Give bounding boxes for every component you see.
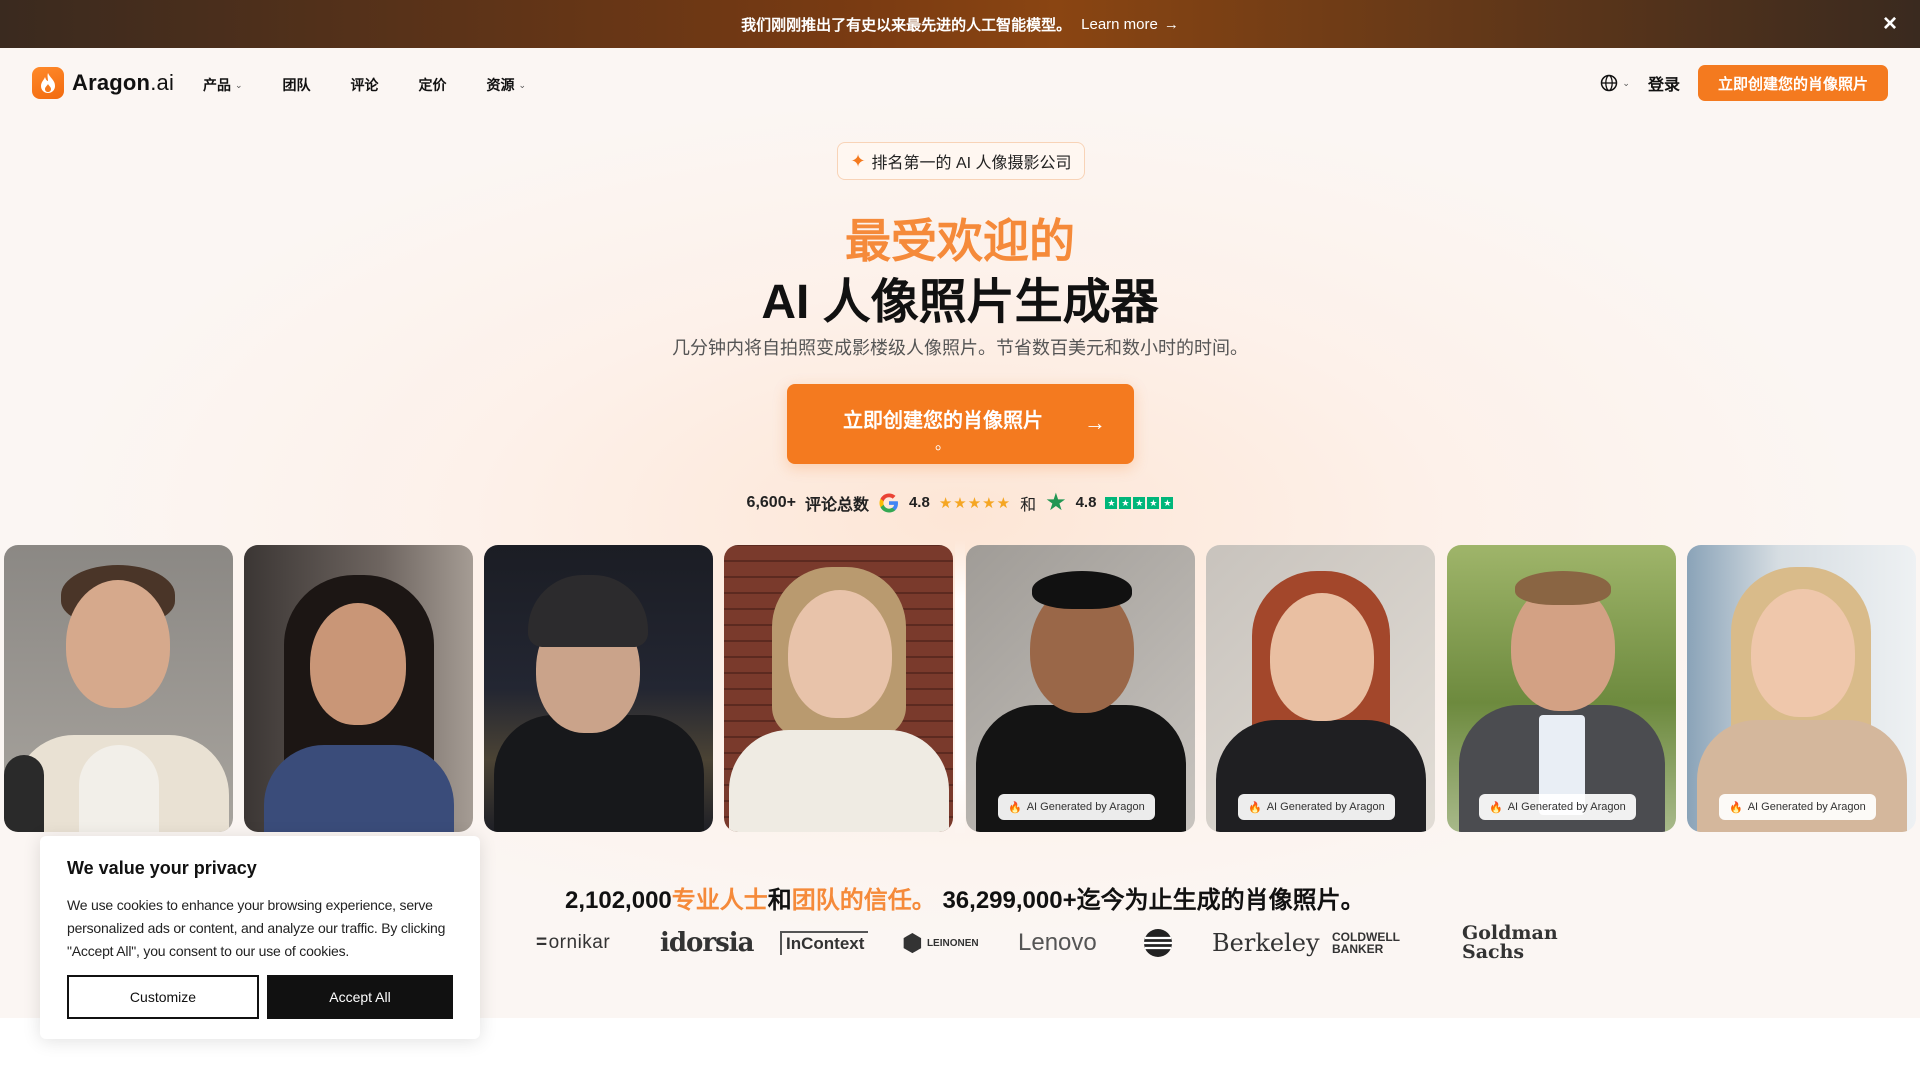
chevron-down-icon: ⌄ — [1622, 77, 1630, 88]
aragon-logo[interactable]: Aragon.ai — [32, 67, 174, 99]
review-count: 6,600+ — [746, 493, 796, 511]
reviews-and: 和 — [1020, 496, 1037, 514]
hero-subtitle: 几分钟内将自拍照变成影楼级人像照片。节省数百美元和数小时的时间。 — [672, 338, 1248, 358]
nav-create-headshot-button[interactable]: 立即创建您的肖像照片 — [1697, 65, 1888, 101]
ai-generated-tag: 🔥 AI Generated by Aragon — [1719, 794, 1876, 820]
chevron-down-icon: ⌄ — [518, 79, 527, 90]
idorsia-logo: idorsia — [660, 928, 754, 958]
goldman-sachs-logo: Goldman Sachs — [1462, 922, 1558, 963]
nav-item-resources[interactable]: 资源 ⌄ — [487, 75, 527, 95]
cookie-accept-all-button[interactable]: Accept All — [267, 975, 453, 1019]
leinonen-text: LEINONEN — [926, 937, 979, 949]
close-icon[interactable]: × — [1878, 12, 1902, 36]
generated-photo-2: 🔥 AI Generated by Aragon — [1206, 545, 1435, 832]
nav-item-reviews[interactable]: 评论 — [351, 75, 379, 95]
trustpilot-icon: ★ — [1045, 489, 1067, 516]
logo-brand: Aragon — [72, 70, 151, 95]
logo-suffix: .ai — [150, 70, 175, 95]
selfie-photo-1 — [4, 545, 233, 832]
flame-logo-icon — [32, 67, 64, 99]
arrow-right-icon: → — [1163, 15, 1179, 33]
hero-cta-dot: 。 — [935, 436, 952, 453]
learn-more-label: Learn more — [1081, 15, 1158, 33]
before-after-divider — [955, 540, 965, 836]
cookie-title: We value your privacy — [67, 858, 257, 878]
trust-team: 团队的信任。 — [791, 887, 936, 914]
flame-icon: 🔥 — [1729, 801, 1743, 814]
badge-text: 排名第一的 AI 人像摄影公司 — [871, 155, 1072, 172]
hero-create-headshot-button[interactable]: 立即创建您的肖像照片 。 → — [787, 384, 1134, 464]
att-logo — [1142, 922, 1174, 964]
logo-text: Aragon.ai — [72, 70, 174, 96]
berkeley-logo: Berkeley — [1212, 929, 1320, 957]
trust-photos: 迄今为止生成的肖像照片。 — [1076, 887, 1365, 914]
flame-icon: 🔥 — [1489, 801, 1503, 814]
nav-item-label: 评论 — [350, 77, 379, 93]
incontext-logo: InContext — [780, 931, 869, 955]
learn-more-link[interactable]: Learn more → — [1081, 16, 1179, 33]
reviews-summary: 6,600+ 评论总数 4.8 ★★★★★ 和 ★ 4.8 ★ ★ ★ ★ ★ — [0, 488, 1920, 517]
ai-generated-tag: 🔥 AI Generated by Aragon — [1238, 794, 1395, 820]
google-rating: 4.8 — [908, 494, 930, 511]
hero-title: AI 人像照片生成器 — [761, 276, 1159, 329]
hero-cta-label: 立即创建您的肖像照片 — [843, 410, 1043, 432]
ai-tag-label: AI Generated by Aragon — [1266, 801, 1385, 813]
nav-item-label: 定价 — [418, 77, 447, 93]
nav-right: ⌄ 登录 立即创建您的肖像照片 — [1600, 65, 1888, 101]
nav-item-label: 资源 — [486, 77, 515, 93]
cookie-body: We use cookies to enhance your browsing … — [67, 897, 446, 959]
selfie-photo-3 — [484, 545, 713, 832]
generated-photo-3: 🔥 AI Generated by Aragon — [1447, 545, 1676, 832]
nav-menu: 产品 ⌄ 团队 评论 定价 资源 ⌄ — [203, 75, 566, 95]
ai-tag-label: AI Generated by Aragon — [1507, 801, 1626, 813]
arrow-right-icon: → — [1084, 410, 1106, 435]
sparkle-icon: ✦ — [850, 150, 866, 171]
announcement-bar: 我们刚刚推出了有史以来最先进的人工智能模型。 Learn more → × — [0, 0, 1920, 48]
trustpilot-stars-icon: ★ ★ ★ ★ ★ — [1105, 496, 1174, 509]
announcement-text: 我们刚刚推出了有史以来最先进的人工智能模型。 — [741, 16, 1072, 34]
fornikar-logo: =fornikarornikar — [536, 932, 611, 953]
generated-photo-1: 🔥 AI Generated by Aragon — [966, 545, 1195, 832]
lenovo-logo: Lenovo — [1018, 929, 1097, 956]
trust-statement: 2,102,000专业人士和团队的信任。 36,299,000+迄今为止生成的肖… — [565, 880, 1365, 915]
flame-icon: 🔥 — [1008, 801, 1022, 814]
chevron-down-icon: ⌄ — [235, 79, 243, 90]
google-icon — [878, 492, 900, 514]
selfie-photo-4 — [724, 545, 953, 832]
globe-icon — [1601, 74, 1618, 92]
top-nav: Aragon.ai 产品 ⌄ 团队 评论 定价 资源 ⌄ ⌄ 登录 立即创建您的肖像… — [0, 48, 1920, 118]
review-label: 评论总数 — [804, 496, 869, 514]
users-count: 2,102,000 — [565, 887, 672, 914]
cookie-customize-button[interactable]: Customize — [67, 975, 259, 1019]
login-link[interactable]: 登录 — [1648, 71, 1680, 95]
nav-item-pricing[interactable]: 定价 — [419, 75, 447, 95]
nav-item-products[interactable]: 产品 ⌄ — [203, 75, 243, 95]
google-stars-icon: ★★★★★ — [938, 494, 1012, 512]
trust-and: 和 — [767, 887, 792, 914]
photos-count: 36,299,000+ — [942, 887, 1077, 914]
coldwell-banker-logo: COLDWELL BANKER — [1332, 930, 1400, 956]
nav-item-teams[interactable]: 团队 — [283, 75, 311, 95]
cookie-consent-banner: We value your privacy We use cookies to … — [40, 836, 480, 1039]
ai-generated-tag: 🔥 AI Generated by Aragon — [1479, 794, 1636, 820]
nav-item-label: 团队 — [282, 77, 311, 93]
leinonen-logo: ⬢ LEINONEN — [902, 929, 979, 957]
ai-tag-label: AI Generated by Aragon — [1026, 801, 1145, 813]
nav-item-label: 产品 — [203, 77, 231, 93]
flame-icon: 🔥 — [1248, 801, 1262, 814]
ranking-badge: ✦ 排名第一的 AI 人像摄影公司 — [837, 142, 1085, 180]
language-selector[interactable]: ⌄ — [1600, 74, 1630, 92]
customer-logos: =fornikarornikar idorsia InContext ⬢LEIN… — [470, 922, 1570, 964]
generated-photo-4: 🔥 AI Generated by Aragon — [1687, 545, 1916, 832]
ai-tag-label: AI Generated by Aragon — [1747, 801, 1866, 813]
ai-generated-tag: 🔥 AI Generated by Aragon — [998, 794, 1155, 820]
trustpilot-rating: 4.8 — [1075, 494, 1097, 511]
selfie-photo-2 — [244, 545, 473, 832]
trust-pro: 专业人士 — [671, 887, 768, 914]
